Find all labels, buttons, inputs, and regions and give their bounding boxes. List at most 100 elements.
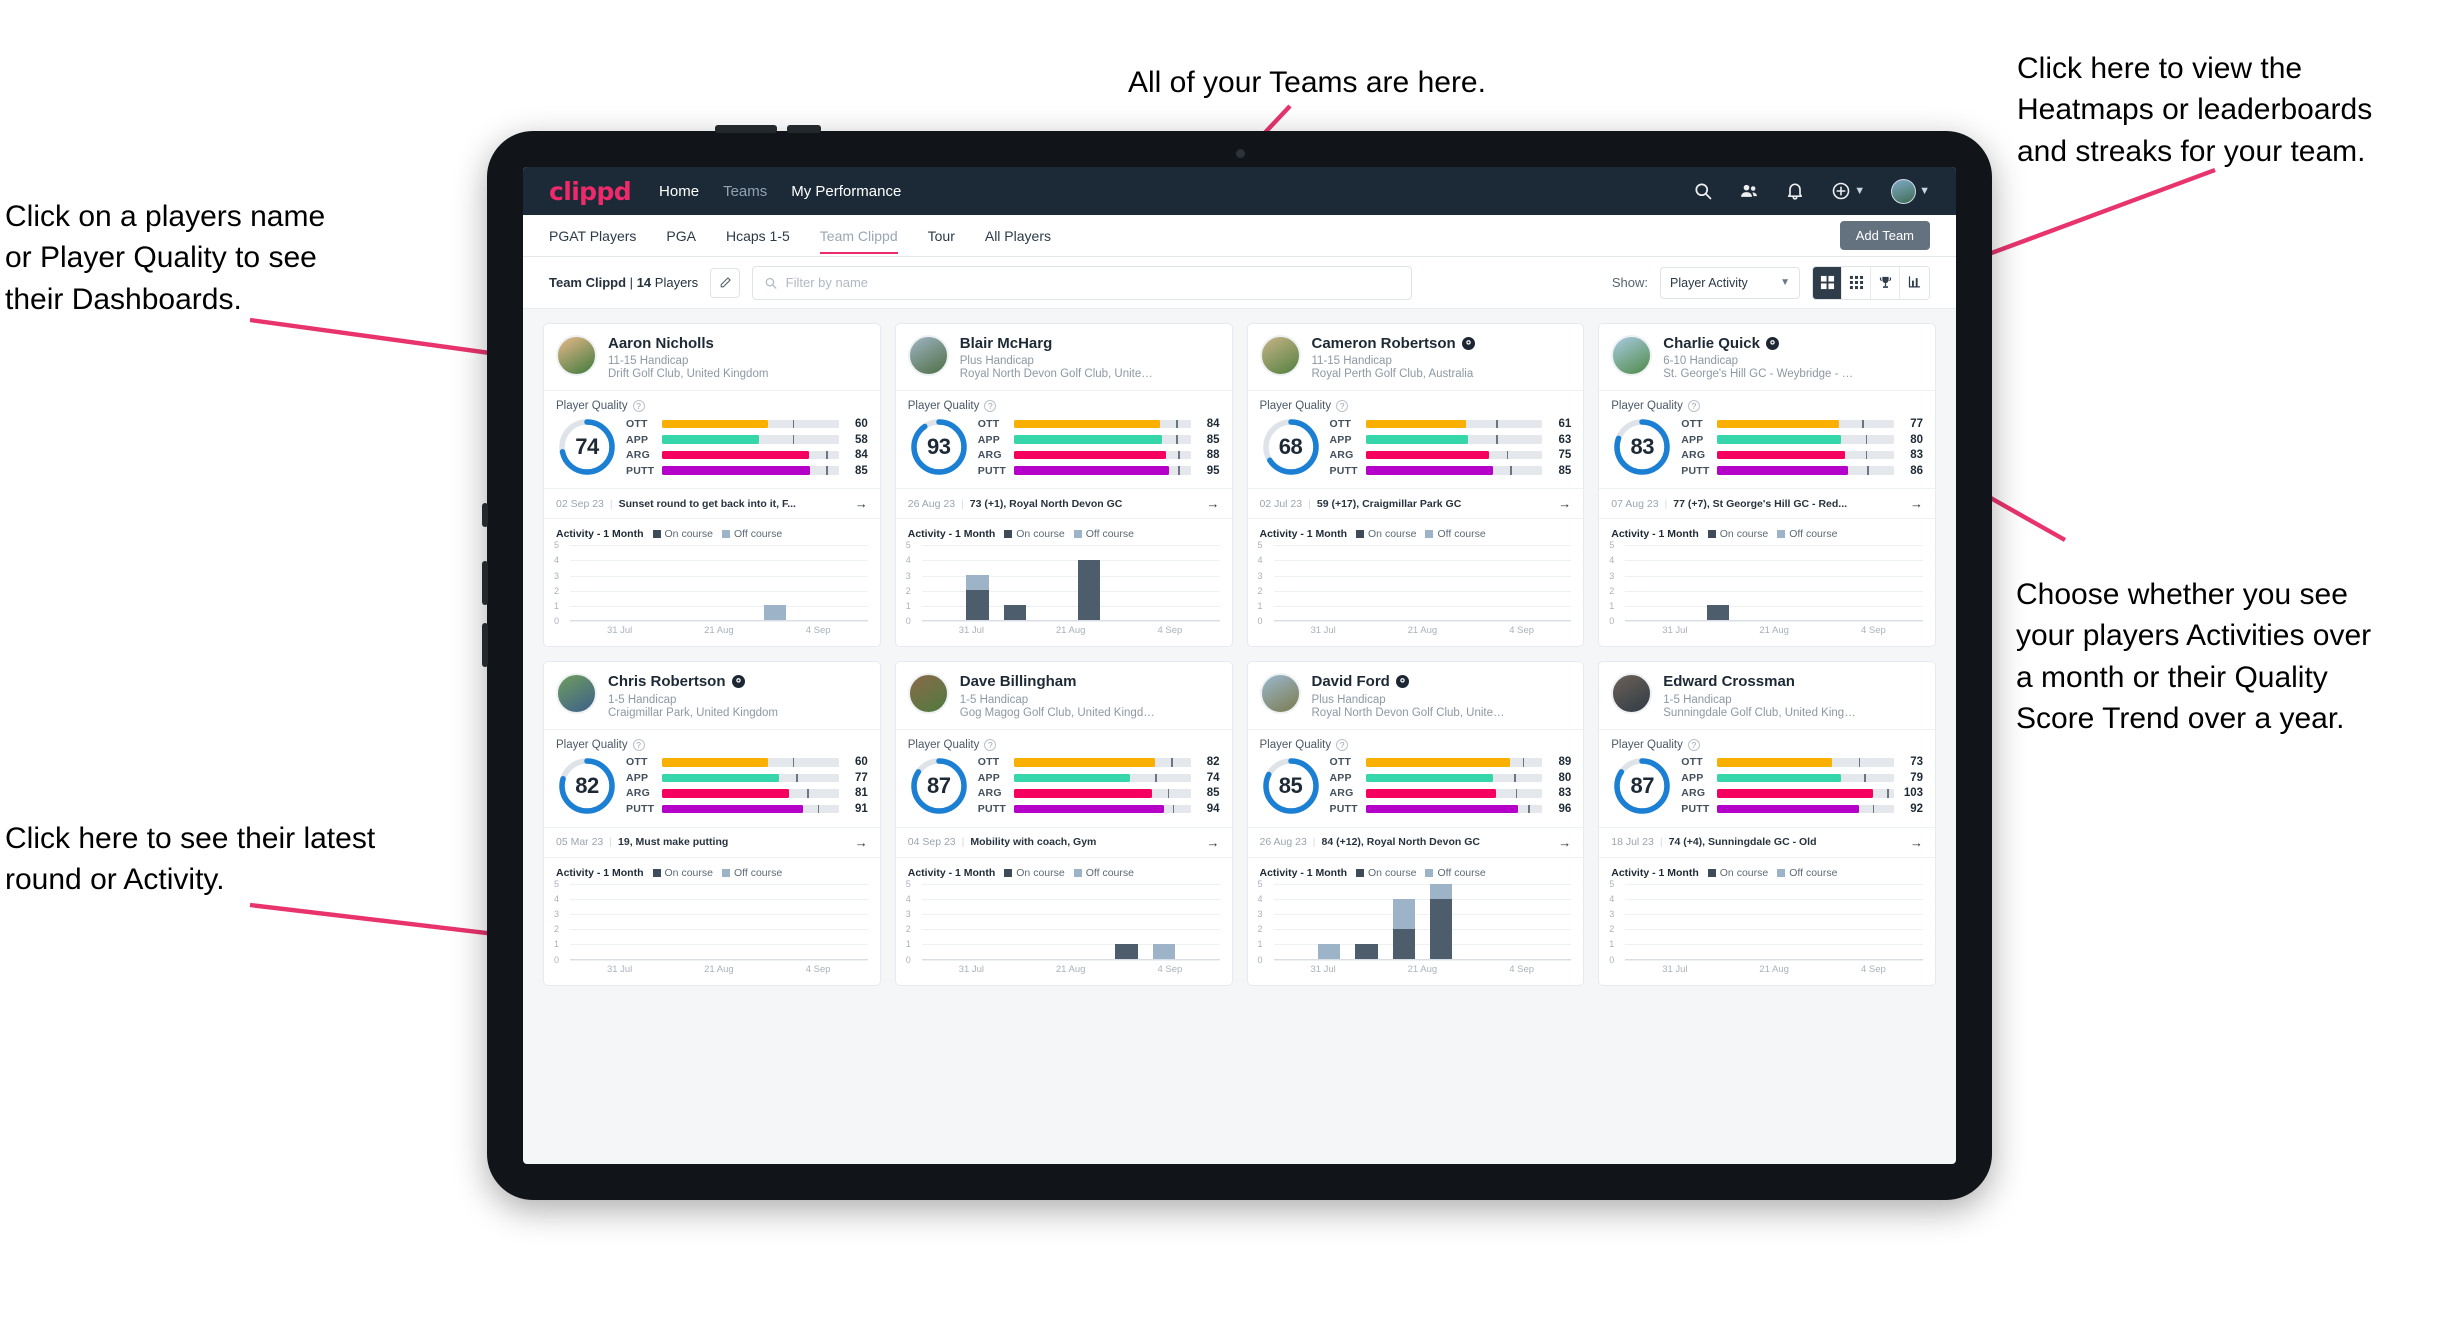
question-mark-icon[interactable]: ? (1687, 738, 1700, 751)
tab-hcaps-1-5[interactable]: Hcaps 1-5 (726, 217, 790, 254)
player-card-header[interactable]: Blair McHarg Plus Handicap Royal North D… (896, 324, 1232, 390)
profile-menu[interactable]: ▼ (1891, 178, 1930, 204)
metric-row[interactable]: ARG 83 (1681, 449, 1923, 461)
player-avatar[interactable] (1259, 335, 1301, 376)
add-team-button[interactable]: Add Team (1839, 221, 1930, 250)
metric-row[interactable]: OTT 77 (1681, 418, 1923, 430)
metric-row[interactable]: PUTT 85 (1330, 465, 1572, 477)
metric-row[interactable]: OTT 84 (978, 418, 1220, 430)
show-select[interactable]: Player Activity ▼ (1660, 266, 1800, 299)
latest-round-row[interactable]: 05 Mar 23 | 19, Must make putting → (544, 826, 880, 857)
arrow-right-icon[interactable]: → (1910, 496, 1923, 511)
player-name[interactable]: Aaron Nicholls (608, 335, 768, 352)
player-card-header[interactable]: Chris Robertson 1-5 Handicap Craigmillar… (544, 662, 880, 728)
metric-row[interactable]: OTT 60 (626, 756, 868, 768)
metric-row[interactable]: APP 85 (978, 434, 1220, 446)
view-grid-small-button[interactable] (1842, 266, 1871, 299)
tab-pga[interactable]: PGA (666, 217, 696, 254)
arrow-right-icon[interactable]: → (1910, 835, 1923, 850)
search-field-wrapper[interactable] (752, 265, 1413, 300)
metric-row[interactable]: ARG 83 (1330, 787, 1572, 799)
metric-row[interactable]: PUTT 92 (1681, 803, 1923, 815)
latest-round-row[interactable]: 02 Sep 23 | Sunset round to get back int… (544, 488, 880, 518)
question-mark-icon[interactable]: ? (1336, 400, 1349, 413)
metric-row[interactable]: PUTT 86 (1681, 465, 1923, 477)
metric-row[interactable]: APP 77 (626, 772, 868, 784)
chart-bar[interactable] (1392, 898, 1415, 959)
player-avatar[interactable] (907, 335, 949, 376)
chart-bar[interactable] (763, 605, 786, 621)
player-card[interactable]: Edward Crossman 1-5 Handicap Sunningdale… (1598, 661, 1936, 986)
player-avatar[interactable] (556, 335, 597, 376)
player-name[interactable]: Blair McHarg (960, 335, 1156, 352)
player-name[interactable]: David Ford (1312, 673, 1508, 690)
nav-link-teams[interactable]: Teams (723, 183, 767, 200)
chart-bar[interactable] (1003, 605, 1026, 621)
tab-team-clippd[interactable]: Team Clippd (819, 217, 898, 254)
metric-row[interactable]: PUTT 91 (626, 803, 868, 815)
avatar[interactable] (1891, 178, 1917, 204)
chart-bar[interactable] (1318, 943, 1341, 959)
view-grid-large-button[interactable] (1813, 266, 1842, 299)
player-card[interactable]: Charlie Quick 6-10 Handicap St. George's… (1598, 323, 1936, 648)
edit-team-button[interactable] (710, 267, 741, 298)
arrow-right-icon[interactable]: → (855, 835, 868, 850)
metric-row[interactable]: ARG 88 (978, 449, 1220, 461)
player-card[interactable]: Cameron Robertson 11-15 Handicap Royal P… (1246, 323, 1585, 648)
view-heatmap-button[interactable] (1900, 266, 1929, 299)
chart-bar[interactable] (966, 575, 989, 621)
player-avatar[interactable] (907, 673, 949, 715)
metric-row[interactable]: OTT 61 (1330, 418, 1572, 430)
chart-bar[interactable] (1355, 943, 1378, 959)
player-card[interactable]: Blair McHarg Plus Handicap Royal North D… (894, 323, 1233, 648)
question-mark-icon[interactable]: ? (1336, 738, 1349, 751)
bell-icon[interactable] (1785, 181, 1805, 201)
player-avatar[interactable] (1259, 673, 1301, 715)
chart-bar[interactable] (1429, 883, 1453, 959)
question-mark-icon[interactable]: ? (632, 400, 645, 413)
player-card[interactable]: Aaron Nicholls 11-15 Handicap Drift Golf… (543, 323, 881, 648)
player-name[interactable]: Edward Crossman (1663, 673, 1859, 690)
player-quality-dial[interactable]: 85 (1260, 755, 1322, 817)
chart-bar[interactable] (1115, 943, 1138, 959)
metric-row[interactable]: ARG 85 (978, 787, 1220, 799)
arrow-right-icon[interactable]: → (1558, 835, 1571, 850)
arrow-right-icon[interactable]: → (1207, 835, 1220, 850)
player-quality-dial[interactable]: 87 (1611, 755, 1673, 817)
question-mark-icon[interactable]: ? (984, 738, 997, 751)
nav-link-home[interactable]: Home (659, 183, 699, 200)
metric-row[interactable]: PUTT 96 (1330, 803, 1572, 815)
player-quality-dial[interactable]: 68 (1260, 416, 1322, 478)
question-mark-icon[interactable]: ? (632, 738, 645, 751)
arrow-right-icon[interactable]: → (1558, 496, 1571, 511)
player-avatar[interactable] (556, 673, 597, 715)
latest-round-row[interactable]: 04 Sep 23 | Mobility with coach, Gym → (895, 826, 1232, 857)
player-quality-dial[interactable]: 82 (556, 755, 618, 817)
chart-bar[interactable] (1152, 943, 1175, 959)
clippd-logo[interactable]: clippd (549, 177, 632, 206)
player-card-header[interactable]: Cameron Robertson 11-15 Handicap Royal P… (1248, 324, 1584, 390)
metric-row[interactable]: PUTT 94 (978, 803, 1220, 815)
metric-row[interactable]: ARG 84 (626, 449, 868, 461)
metric-row[interactable]: OTT 89 (1330, 756, 1572, 768)
tab-all-players[interactable]: All Players (985, 217, 1051, 254)
metric-row[interactable]: APP 63 (1330, 434, 1572, 446)
question-mark-icon[interactable]: ? (1687, 400, 1700, 413)
latest-round-row[interactable]: 26 Aug 23 | 84 (+12), Royal North Devon … (1247, 826, 1584, 857)
view-leaderboard-button[interactable] (1871, 266, 1900, 299)
metric-row[interactable]: APP 58 (626, 434, 868, 446)
arrow-right-icon[interactable]: → (1207, 496, 1220, 511)
metric-row[interactable]: PUTT 95 (978, 465, 1220, 477)
latest-round-row[interactable]: 02 Jul 23 | 59 (+17), Craigmillar Park G… (1247, 488, 1584, 518)
latest-round-row[interactable]: 07 Aug 23 | 77 (+7), St George's Hill GC… (1599, 488, 1935, 518)
player-quality-dial[interactable]: 83 (1611, 416, 1673, 478)
nav-link-my-performance[interactable]: My Performance (791, 183, 901, 200)
player-card-header[interactable]: Aaron Nicholls 11-15 Handicap Drift Golf… (544, 324, 880, 390)
player-card[interactable]: David Ford Plus Handicap Royal North Dev… (1246, 661, 1585, 986)
metric-row[interactable]: OTT 82 (978, 756, 1220, 768)
metric-row[interactable]: ARG 81 (626, 787, 868, 799)
chart-bar[interactable] (1707, 605, 1730, 621)
latest-round-row[interactable]: 26 Aug 23 | 73 (+1), Royal North Devon G… (895, 488, 1232, 518)
people-icon[interactable] (1739, 181, 1759, 201)
metric-row[interactable]: APP 79 (1681, 772, 1923, 784)
